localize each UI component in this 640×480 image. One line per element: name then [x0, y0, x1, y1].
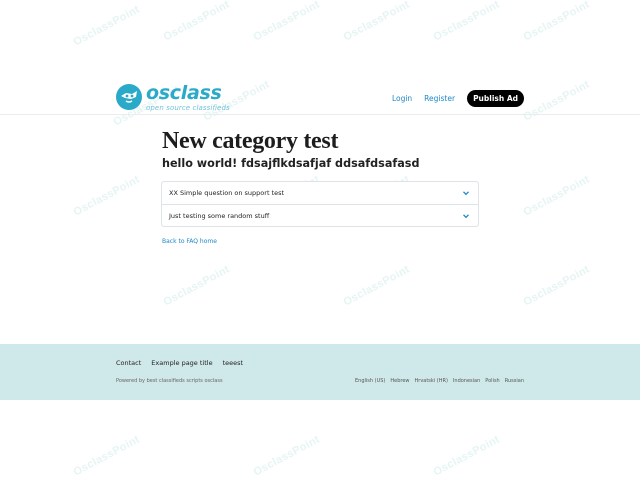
powered-by-text: Powered by best classifieds scripts oscl… — [116, 378, 223, 384]
logo-tagline: open source classifieds — [146, 104, 230, 112]
language-polish[interactable]: Polish — [485, 378, 499, 384]
header-nav: Login Register Publish Ad — [392, 90, 524, 107]
chevron-down-icon — [463, 191, 469, 196]
site-header: osclass open source classifieds Login Re… — [0, 0, 640, 115]
language-russian[interactable]: Russian — [505, 378, 524, 384]
footer-link-example-page[interactable]: Example page title — [151, 359, 212, 367]
faq-item[interactable]: XX Simple question on support test — [162, 182, 478, 204]
faq-item[interactable]: Just testing some random stuff — [162, 204, 478, 226]
login-link[interactable]: Login — [392, 94, 412, 103]
faq-list: XX Simple question on support test Just … — [161, 181, 479, 227]
back-to-faq-link[interactable]: Back to FAQ home — [162, 238, 217, 245]
register-link[interactable]: Register — [424, 94, 455, 103]
logo-wordmark: osclass — [146, 82, 222, 104]
language-selector: English (US) Hebrew Hrvatski (HR) Indone… — [350, 378, 524, 384]
footer-links: Contact Example page title teeest — [116, 359, 253, 367]
publish-ad-button[interactable]: Publish Ad — [467, 90, 524, 107]
page-subtitle: hello world! fdsajflkdsafjaf ddsafdsafas… — [162, 157, 420, 170]
footer-link-teeest[interactable]: teeest — [223, 359, 243, 367]
chevron-down-icon — [463, 213, 469, 218]
page: OsclassPoint OsclassPoint OsclassPoint O… — [0, 0, 640, 480]
language-hebrew[interactable]: Hebrew — [390, 378, 409, 384]
page-title: New category test — [162, 128, 339, 154]
faq-question: Just testing some random stuff — [169, 211, 270, 220]
language-english-us[interactable]: English (US) — [355, 378, 385, 384]
language-hrvatski[interactable]: Hrvatski (HR) — [415, 378, 448, 384]
faq-question: XX Simple question on support test — [169, 189, 285, 197]
footer-link-contact[interactable]: Contact — [116, 359, 141, 367]
language-indonesian[interactable]: Indonesian — [453, 378, 480, 384]
site-logo[interactable]: osclass open source classifieds — [116, 84, 230, 112]
logo-badge-icon — [116, 84, 142, 110]
site-footer: Contact Example page title teeest Powere… — [0, 344, 640, 400]
